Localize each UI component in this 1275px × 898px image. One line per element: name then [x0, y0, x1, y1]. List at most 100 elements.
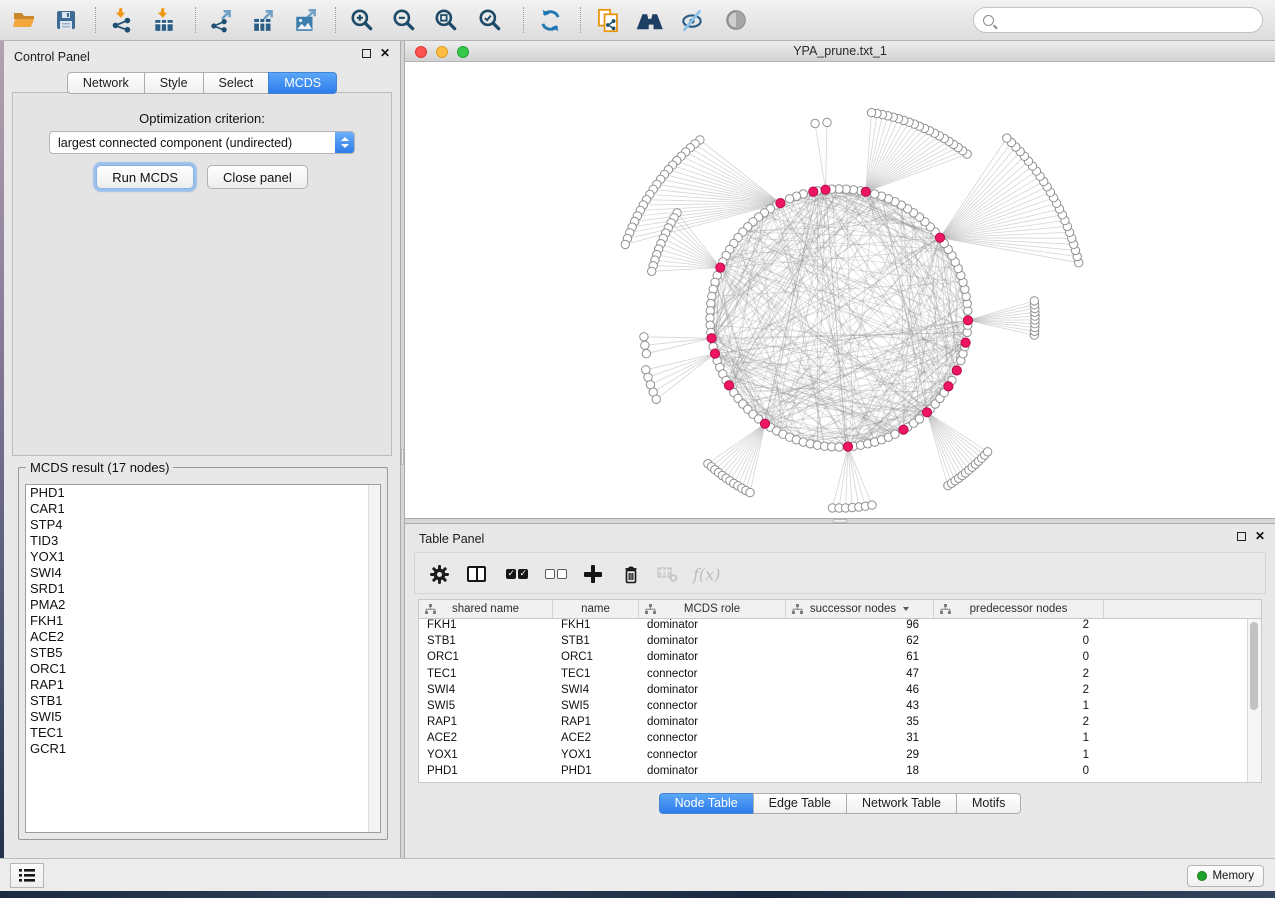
- graph-node[interactable]: [785, 195, 793, 203]
- graph-leaf-node[interactable]: [640, 333, 648, 341]
- delete-column-trash-icon[interactable]: [621, 559, 641, 589]
- add-column-icon[interactable]: [584, 559, 602, 589]
- graph-mcds-hub-node[interactable]: [707, 334, 716, 343]
- unselect-all-columns-icon[interactable]: [545, 559, 567, 589]
- table-row[interactable]: SWI4SWI4dominator462: [419, 684, 1247, 700]
- graph-mcds-hub-node[interactable]: [963, 316, 972, 325]
- mcds-result-item[interactable]: TEC1: [26, 725, 380, 741]
- graph-mcds-hub-node[interactable]: [724, 381, 733, 390]
- graph-mcds-hub-node[interactable]: [935, 233, 944, 242]
- select-all-columns-icon[interactable]: [506, 559, 528, 589]
- graph-mcds-hub-node[interactable]: [760, 419, 769, 428]
- tab-mcds[interactable]: MCDS: [268, 72, 337, 94]
- float-panel-icon[interactable]: [362, 49, 371, 58]
- float-panel-icon[interactable]: [1237, 532, 1246, 541]
- graph-mcds-hub-node[interactable]: [861, 187, 870, 196]
- mcds-result-item[interactable]: SRD1: [26, 581, 380, 597]
- mcds-result-item[interactable]: PHD1: [26, 485, 380, 501]
- graph-mcds-hub-node[interactable]: [944, 382, 953, 391]
- tab-select[interactable]: Select: [203, 72, 270, 94]
- graph-leaf-node[interactable]: [823, 118, 831, 126]
- graph-leaf-node[interactable]: [983, 448, 991, 456]
- table-row[interactable]: FKH1FKH1dominator962: [419, 619, 1247, 635]
- graph-leaf-node[interactable]: [1030, 297, 1038, 305]
- table-row[interactable]: ORC1ORC1dominator610: [419, 651, 1247, 667]
- close-panel-icon[interactable]: ✕: [380, 49, 390, 58]
- column-header-shared-name[interactable]: shared name: [419, 600, 553, 618]
- graph-node[interactable]: [835, 443, 843, 451]
- zoom-selected-icon[interactable]: [474, 5, 506, 35]
- graph-leaf-node[interactable]: [648, 267, 656, 275]
- network-from-file-icon[interactable]: [592, 5, 624, 35]
- close-panel-button[interactable]: Close panel: [207, 165, 308, 189]
- mcds-result-item[interactable]: GCR1: [26, 741, 380, 757]
- export-image-icon[interactable]: [290, 5, 322, 35]
- run-mcds-button[interactable]: Run MCDS: [96, 165, 194, 189]
- open-file-icon[interactable]: [8, 5, 40, 35]
- graph-leaf-node[interactable]: [641, 341, 649, 349]
- memory-button[interactable]: Memory: [1187, 865, 1264, 887]
- mcds-result-item[interactable]: PMA2: [26, 597, 380, 613]
- table-row[interactable]: TEC1TEC1connector472: [419, 668, 1247, 684]
- optimization-criterion-select[interactable]: largest connected component (undirected): [49, 131, 355, 154]
- mcds-result-item[interactable]: SWI4: [26, 565, 380, 581]
- import-table-icon[interactable]: [148, 5, 180, 35]
- zoom-in-icon[interactable]: [346, 5, 378, 35]
- graph-mcds-hub-node[interactable]: [961, 338, 970, 347]
- mcds-result-item[interactable]: FKH1: [26, 613, 380, 629]
- table-row[interactable]: YOX1YOX1connector291: [419, 749, 1247, 765]
- tab-motifs[interactable]: Motifs: [956, 793, 1021, 814]
- search-field[interactable]: [973, 7, 1263, 33]
- graph-mcds-hub-node[interactable]: [922, 408, 931, 417]
- show-all-icon[interactable]: [720, 5, 752, 35]
- table-settings-gear-icon[interactable]: [429, 559, 450, 589]
- graph-node[interactable]: [871, 190, 879, 198]
- graph-mcds-hub-node[interactable]: [952, 366, 961, 375]
- mcds-result-item[interactable]: ACE2: [26, 629, 380, 645]
- show-column-pane-icon[interactable]: [467, 559, 486, 589]
- tab-style[interactable]: Style: [144, 72, 204, 94]
- table-row[interactable]: PHD1PHD1dominator180: [419, 765, 1247, 781]
- export-network-icon[interactable]: [206, 5, 238, 35]
- tab-network-table[interactable]: Network Table: [846, 793, 957, 814]
- hide-selected-icon[interactable]: [676, 5, 708, 35]
- table-row[interactable]: STB1STB1dominator620: [419, 635, 1247, 651]
- mcds-result-item[interactable]: YOX1: [26, 549, 380, 565]
- graph-leaf-node[interactable]: [621, 240, 629, 248]
- graph-mcds-hub-node[interactable]: [843, 442, 852, 451]
- graph-mcds-hub-node[interactable]: [821, 185, 830, 194]
- zoom-fit-icon[interactable]: [430, 5, 462, 35]
- column-header-MCDS-role[interactable]: MCDS role: [639, 600, 786, 618]
- mcds-result-item[interactable]: TID3: [26, 533, 380, 549]
- graph-leaf-node[interactable]: [868, 501, 876, 509]
- task-history-button[interactable]: [10, 863, 44, 888]
- graph-mcds-hub-node[interactable]: [716, 263, 725, 272]
- mcds-result-item[interactable]: STB5: [26, 645, 380, 661]
- tab-edge-table[interactable]: Edge Table: [753, 793, 847, 814]
- mcds-result-item[interactable]: ORC1: [26, 661, 380, 677]
- save-icon[interactable]: [50, 5, 82, 35]
- graph-node[interactable]: [915, 415, 923, 423]
- graph-mcds-hub-node[interactable]: [899, 425, 908, 434]
- refresh-icon[interactable]: [534, 5, 566, 35]
- first-neighbors-icon[interactable]: [634, 5, 666, 35]
- network-window-titlebar[interactable]: YPA_prune.txt_1: [405, 41, 1275, 62]
- zoom-out-icon[interactable]: [388, 5, 420, 35]
- scrollbar-thumb[interactable]: [1250, 622, 1258, 710]
- mcds-result-item[interactable]: STB1: [26, 693, 380, 709]
- graph-leaf-node[interactable]: [1003, 134, 1011, 142]
- table-row[interactable]: ACE2ACE2connector311: [419, 732, 1247, 748]
- column-header-predecessor-nodes[interactable]: predecessor nodes: [934, 600, 1104, 618]
- search-input[interactable]: [1000, 10, 1252, 30]
- mcds-result-item[interactable]: CAR1: [26, 501, 380, 517]
- table-row[interactable]: SWI5SWI5connector431: [419, 700, 1247, 716]
- splitter-grip[interactable]: [833, 519, 847, 523]
- tab-node-table[interactable]: Node Table: [659, 793, 754, 814]
- tab-network[interactable]: Network: [67, 72, 145, 94]
- table-row[interactable]: RAP1RAP1dominator352: [419, 716, 1247, 732]
- network-view-canvas[interactable]: [405, 62, 1275, 518]
- close-panel-icon[interactable]: ✕: [1255, 532, 1265, 541]
- graph-leaf-node[interactable]: [642, 350, 650, 358]
- column-header-name[interactable]: name: [553, 600, 639, 618]
- graph-leaf-node[interactable]: [811, 119, 819, 127]
